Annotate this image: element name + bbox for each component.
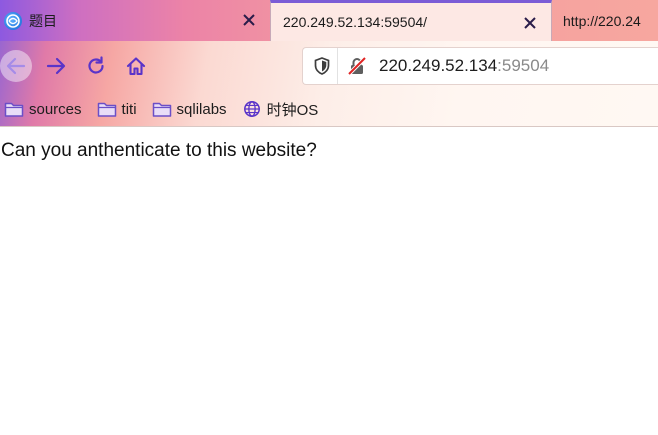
tab-active[interactable]: 220.249.52.134:59504/ [270,0,552,41]
url-host: 220.249.52.134 [379,56,498,75]
bookmark-label: sources [29,100,82,118]
tab-title: http://220.24 [563,12,641,29]
back-arrow-icon [6,57,26,75]
forward-arrow-icon [46,57,66,75]
bookmark-label: 时钟OS [266,101,319,119]
tab-title: 220.249.52.134:59504/ [283,14,428,30]
home-icon [126,57,146,76]
forward-button[interactable] [40,50,72,82]
tracking-shield-icon[interactable] [307,48,338,84]
url-port: :59504 [497,56,550,75]
close-icon[interactable] [238,9,260,31]
reload-icon [88,56,104,74]
close-icon[interactable] [519,12,541,34]
folder-icon [152,102,171,117]
tab-inactive-2[interactable]: http://220.24 [552,0,658,41]
folder-icon [97,102,116,117]
folder-icon [4,102,24,117]
tab-title: 题目 [29,12,57,29]
bookmark-sources[interactable]: sources [4,100,82,118]
bookmark-label: sqlilabs [176,100,227,118]
page-message: Can you anthenticate to this website? [1,140,317,161]
page-content: Can you anthenticate to this website? [0,127,658,435]
tab-inactive-1[interactable]: 题目 [0,0,270,41]
bookmark-titi[interactable]: titi [97,100,137,118]
reload-button[interactable] [80,50,112,82]
browser-chrome: 题目 220.249.52.134:59504/ http://220.24 2… [0,0,658,127]
back-button[interactable] [0,50,32,82]
bookmark-clock-os[interactable]: 时钟OS [242,99,319,120]
address-bar[interactable]: 220.249.52.134:59504 [302,47,658,85]
globe-icon [243,101,260,117]
home-button[interactable] [120,50,152,82]
bookmark-sqlilabs[interactable]: sqlilabs [152,100,227,118]
tab-strip: 题目 220.249.52.134:59504/ http://220.24 [0,0,658,41]
insecure-lock-icon[interactable] [344,48,370,84]
globe-app-icon [4,11,22,30]
bookmarks-toolbar: sources titi sqlilabs 时钟OS [0,95,658,123]
navigation-toolbar: 220.249.52.134:59504 [0,41,658,91]
url-text: 220.249.52.134:59504 [379,56,549,76]
bookmark-label: titi [121,100,137,118]
